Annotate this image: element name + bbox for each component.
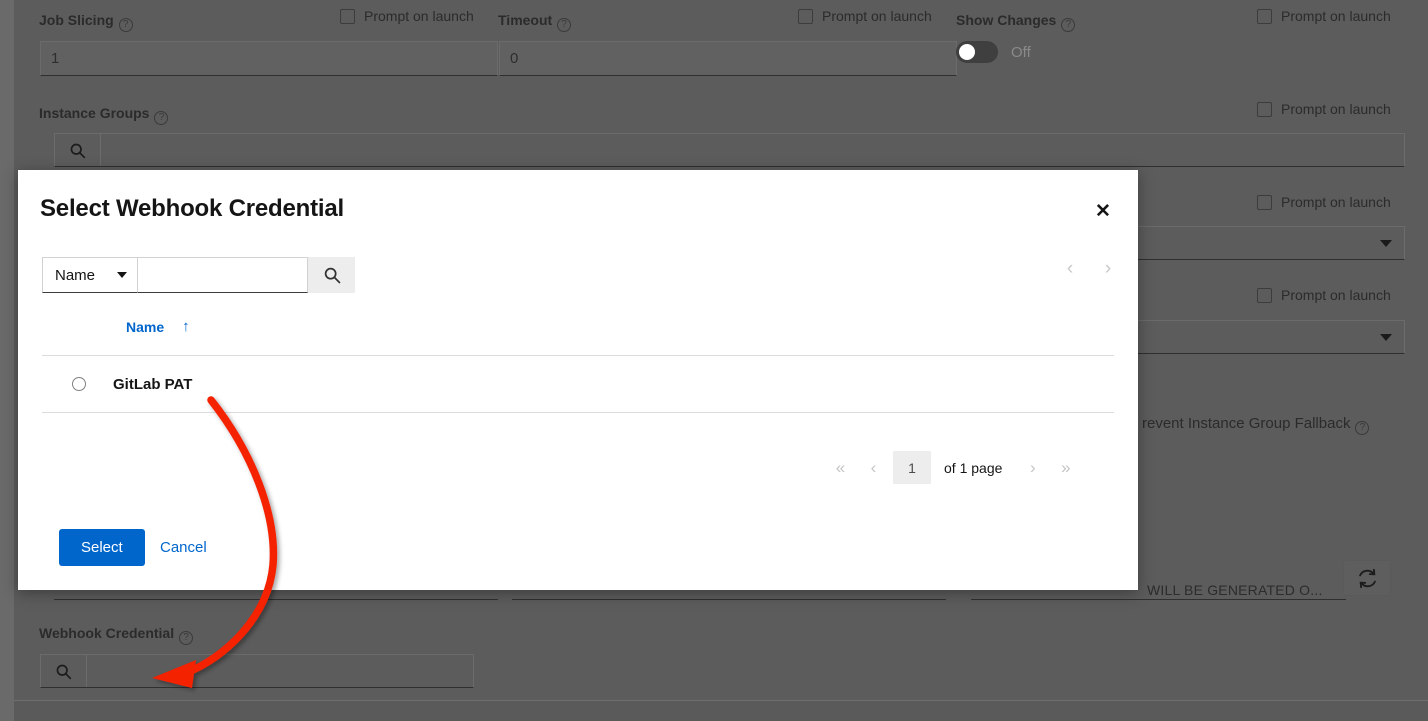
search-icon[interactable] [55,134,101,166]
previous-page-icon[interactable]: ‹ [857,459,890,476]
table-header-row: Name ↑ [42,318,1114,356]
modal-pagination-bottom: « ‹ 1 of 1 page › » [824,451,1082,484]
prompt-on-launch-show-changes[interactable]: Prompt on launch [1257,8,1391,24]
chevron-down-icon [1380,239,1392,247]
modal-search-toolbar: Name [42,257,355,293]
label-webhook-credential: Webhook Credential? [39,625,194,645]
search-instance-groups[interactable] [54,133,1405,167]
chevron-right-icon[interactable]: › [1100,259,1116,278]
label-job-slicing-text: Job Slicing [39,12,114,28]
toggle-switch[interactable] [956,41,998,63]
help-icon[interactable]: ? [179,631,194,645]
toggle-show-changes[interactable]: Off [956,41,1031,63]
prompt-on-launch-label: Prompt on launch [822,8,932,24]
input-timeout-value: 0 [510,50,519,67]
prompt-on-launch-job-slicing[interactable]: Prompt on launch [340,8,474,24]
chevron-left-icon[interactable]: ‹ [1062,259,1078,278]
input-job-slicing[interactable]: 1 [40,41,498,76]
help-icon[interactable]: ? [118,18,133,32]
last-page-icon[interactable]: » [1049,459,1082,476]
select-button[interactable]: Select [59,529,145,566]
search-field-dropdown[interactable]: Name [42,257,138,293]
cancel-button[interactable]: Cancel [160,529,207,566]
page-number-input[interactable]: 1 [893,451,931,484]
close-icon[interactable]: ✕ [1090,198,1116,224]
table-row[interactable]: GitLab PAT [42,356,1114,413]
search-field-dropdown-label: Name [55,266,96,284]
row-radio-button[interactable] [72,377,86,391]
prompt-on-launch-row3[interactable]: Prompt on launch [1257,194,1391,210]
page-count-label: of 1 page [944,459,1003,476]
prompt-on-launch-label: Prompt on launch [1281,8,1391,24]
first-page-icon[interactable]: « [824,459,857,476]
toggle-knob [959,44,975,60]
search-webhook-credential[interactable] [40,654,474,688]
label-prevent-instance-group-fallback: revent Instance Group Fallback? [1142,415,1370,435]
search-icon [324,267,340,284]
prompt-on-launch-label: Prompt on launch [1281,101,1391,117]
search-webhook-credential-input[interactable] [87,655,473,687]
checkbox-icon[interactable] [1257,194,1272,210]
refresh-icon [1358,568,1376,588]
prompt-on-launch-row4[interactable]: Prompt on launch [1257,287,1391,303]
search-instance-groups-input[interactable] [101,134,1404,166]
input-timeout[interactable]: 0 [499,41,957,76]
app-sidebar [0,0,14,721]
checkbox-icon[interactable] [798,8,813,24]
prompt-on-launch-label: Prompt on launch [1281,287,1391,303]
search-icon[interactable] [41,655,87,687]
prompt-on-launch-timeout[interactable]: Prompt on launch [798,8,932,24]
prompt-on-launch-instance-groups[interactable]: Prompt on launch [1257,101,1391,117]
search-submit-button[interactable] [308,257,355,293]
help-icon[interactable]: ? [1061,18,1076,32]
label-job-slicing: Job Slicing? [39,12,133,32]
checkbox-icon[interactable] [1257,8,1272,24]
column-header-name-label: Name [126,318,165,335]
sort-ascending-icon[interactable]: ↑ [182,318,190,335]
prompt-on-launch-label: Prompt on launch [364,8,474,24]
modal-pagination-top: ‹ › [1062,259,1116,278]
label-timeout: Timeout? [498,12,572,32]
help-icon[interactable]: ? [557,18,572,32]
label-instance-groups: Instance Groups? [39,105,169,125]
chevron-down-icon [1380,333,1392,341]
input-job-slicing-value: 1 [51,50,60,67]
checkbox-icon[interactable] [340,8,355,24]
chevron-down-icon [117,272,127,278]
prompt-on-launch-label: Prompt on launch [1281,194,1391,210]
label-show-changes: Show Changes? [956,12,1076,32]
label-instance-groups-text: Instance Groups [39,105,150,121]
modal-title: Select Webhook Credential [40,195,344,222]
checkbox-icon[interactable] [1257,101,1272,117]
select-webhook-credential-modal: Select Webhook Credential ✕ Name ‹ › Nam… [18,170,1138,590]
label-show-changes-text: Show Changes [956,12,1057,28]
help-icon[interactable]: ? [1355,421,1370,435]
refresh-button[interactable] [1343,560,1391,596]
page-bottom-strip [14,700,1428,721]
column-header-name[interactable]: Name ↑ [126,318,190,335]
label-webhook-credential-text: Webhook Credential [39,625,175,641]
toggle-state-label: Off [1011,43,1031,61]
row-name-label: GitLab PAT [113,375,193,393]
label-prevent-fallback-text: revent Instance Group Fallback [1142,415,1351,432]
label-timeout-text: Timeout [498,12,553,28]
help-icon[interactable]: ? [154,111,169,125]
next-page-icon[interactable]: › [1016,459,1049,476]
search-input[interactable] [138,257,308,293]
checkbox-icon[interactable] [1257,287,1272,303]
generated-placeholder-text: WILL BE GENERATED O... [1147,582,1323,598]
